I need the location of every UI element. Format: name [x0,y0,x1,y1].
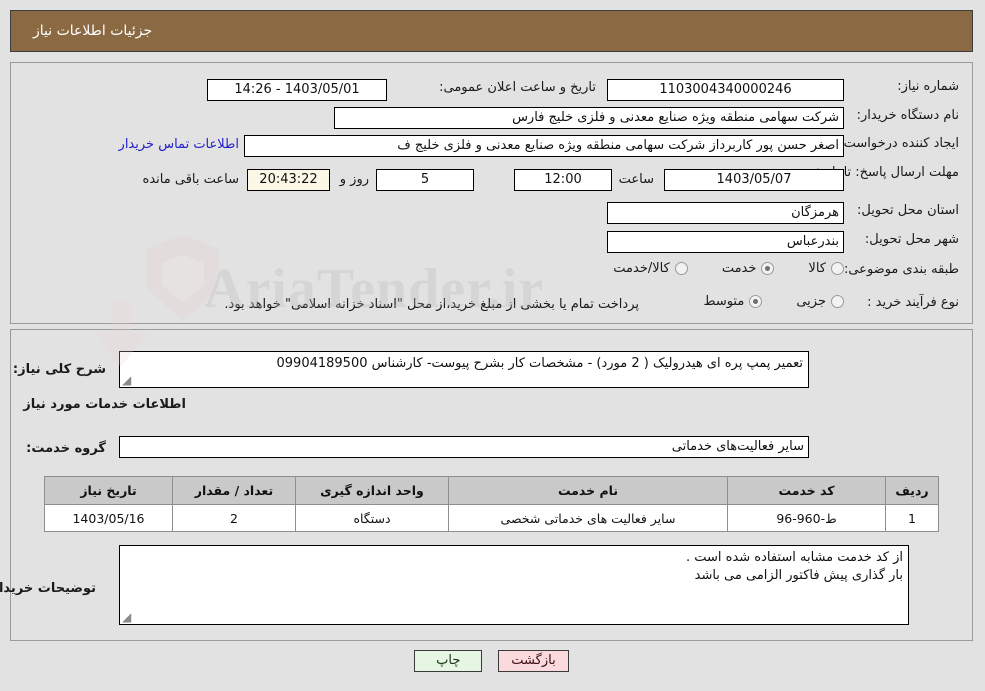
purchase-type-option-jozii[interactable]: جزیی [797,294,845,309]
category-option-kala[interactable]: کالا [809,261,845,276]
purchase-type-option-motavasset-label: متوسط [704,294,746,309]
buyer-org-label: نام دستگاه خریدار: [857,108,960,123]
announce-datetime-value: 1403/05/01 - 14:26 [208,79,388,101]
need-info-panel [11,62,974,324]
category-option-kala-label: کالا [809,261,827,276]
service-group-label: گروه خدمت: [27,441,107,456]
buyer-notes-textarea[interactable]: از کد خدمت مشابه استفاده شده است . بار گ… [120,545,910,625]
requester-label: ایجاد کننده درخواست: [840,136,960,151]
requester-row: ایجاد کننده درخواست: [840,136,960,151]
th-name: نام خدمت [449,476,729,505]
category-row: طبقه بندی موضوعی: [845,262,960,277]
buyer-notes-line-1: از کد خدمت مشابه استفاده شده است . [686,550,904,565]
province-value: هرمزگان [608,202,845,224]
city-row: شهر محل تحویل: [866,232,960,247]
need-number-row: شماره نیاز: [850,79,960,94]
need-number-value: 1103004340000246 [608,79,845,101]
need-description-label: شرح کلی نیاز: [13,362,107,377]
buyer-contact-link[interactable]: اطلاعات تماس خریدار [120,137,240,152]
buyer-notes-line-2: بار گذاری پیش فاکتور الزامی می باشد [695,568,904,583]
deadline-countdown-label: ساعت باقی مانده [143,172,240,187]
province-row: استان محل تحویل: [858,203,960,218]
resize-grip-icon[interactable]: ◣ [123,373,135,387]
print-button[interactable]: چاپ [415,650,484,672]
deadline-label-wrap: مهلت ارسال پاسخ: تا تاریخ: [810,163,960,180]
buyer-org-row: نام دستگاه خریدار: [858,108,960,123]
requester-value: اصغر حسن پور کاربرداز شرکت سهامی منطقه و… [245,135,845,157]
page-title: جزئیات اطلاعات نیاز [34,23,154,39]
td-code: ط-960-96 [728,504,887,532]
category-label: طبقه بندی موضوعی: [844,262,960,277]
purchase-type-option-motavasset[interactable]: متوسط [704,294,764,309]
td-need-date: 1403/05/16 [45,504,174,532]
purchase-type-note: پرداخت تمام یا بخشی از مبلغ خرید،از محل … [225,297,640,312]
th-code: کد خدمت [728,476,887,505]
category-option-khedmat[interactable]: خدمت [723,261,776,276]
services-table: ردیف کد خدمت نام خدمت واحد اندازه گیری ت… [45,476,940,532]
table-header-row: ردیف کد خدمت نام خدمت واحد اندازه گیری ت… [45,476,940,505]
footer-button-bar: بازگشت چاپ [0,650,985,672]
buyer-org-value: شرکت سهامی منطقه ویژه صنایع معدنی و فلزی… [335,107,845,129]
province-label: استان محل تحویل: [858,203,960,218]
need-number-label: شماره نیاز: [898,79,960,94]
category-option-kala-khedmat-label: کالا/خدمت [614,261,671,276]
th-qty: تعداد / مقدار [173,476,297,505]
th-need-date: تاریخ نیاز [45,476,174,505]
back-button[interactable]: بازگشت [499,650,570,672]
services-section-title: اطلاعات خدمات مورد نیاز [24,397,187,412]
td-name: سایر فعالیت های خدماتی شخصی [449,504,729,532]
deadline-hour-value: 12:00 [515,169,613,191]
td-qty: 2 [173,504,297,532]
category-option-kala-khedmat[interactable]: کالا/خدمت [614,261,689,276]
radio-kala-icon[interactable] [832,262,845,275]
radio-motavasset-icon[interactable] [750,295,764,308]
deadline-days-value: 5 [377,169,475,191]
td-unit: دستگاه [296,504,450,532]
buyer-notes-label: توضیحات خریدار: [0,581,97,596]
category-options: کالا خدمت کالا/خدمت [614,261,845,276]
purchase-type-options: جزیی متوسط [704,294,845,309]
announce-datetime-label: تاریخ و ساعت اعلان عمومی: [440,80,597,95]
purchase-type-option-jozii-label: جزیی [797,294,827,309]
announce-datetime-row: تاریخ و ساعت اعلان عمومی: [440,80,597,95]
city-value: بندرعباس [608,231,845,253]
need-description-textarea[interactable]: تعمیر پمپ پره ای هیدرولیک ( 2 مورد) - مش… [120,351,810,388]
table-row: 1 ط-960-96 سایر فعالیت های خدماتی شخصی د… [45,504,940,532]
city-label: شهر محل تحویل: [865,232,960,247]
resize-grip-icon[interactable]: ◣ [123,610,135,624]
service-group-value: سایر فعالیت‌های خدماتی [120,436,810,458]
need-description-value: تعمیر پمپ پره ای هیدرولیک ( 2 مورد) - مش… [277,356,805,371]
deadline-date-value: 1403/05/07 [665,169,845,191]
radio-khedmat-icon[interactable] [762,262,776,275]
purchase-type-label: نوع فرآیند خرید : [868,295,960,310]
purchase-type-row: نوع فرآیند خرید : [868,295,960,310]
td-radif: 1 [886,504,940,532]
deadline-days-label: روز و [340,172,370,187]
radio-jozii-icon[interactable] [832,295,845,308]
deadline-countdown-value: 20:43:22 [248,169,331,191]
window-title-bar: جزئیات اطلاعات نیاز [11,10,974,52]
category-option-khedmat-label: خدمت [722,261,758,276]
deadline-hour-label: ساعت [619,172,655,187]
radio-kala-khedmat-icon[interactable] [675,262,689,275]
th-radif: ردیف [886,476,940,505]
th-unit: واحد اندازه گیری [296,476,450,505]
